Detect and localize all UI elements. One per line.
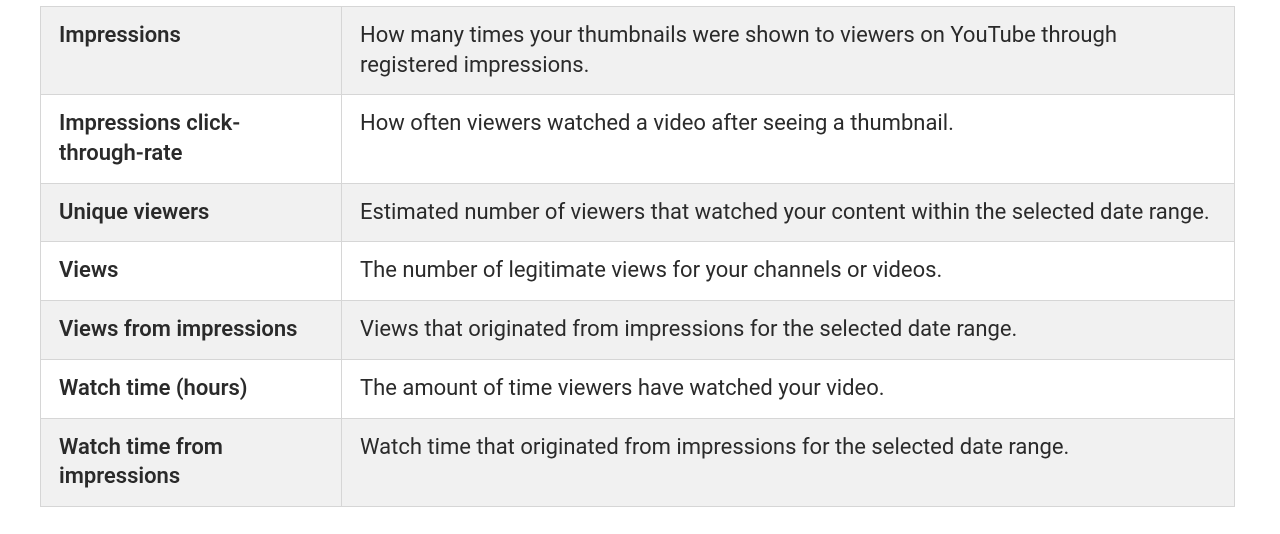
- table-row: Watch time (hours) The amount of time vi…: [41, 360, 1234, 419]
- metrics-table: Impressions How many times your thumbnai…: [40, 6, 1235, 507]
- table-row: Views from impressions Views that origin…: [41, 301, 1234, 360]
- table-row: Impressions click-through-rate How often…: [41, 95, 1234, 183]
- metric-definition: Estimated number of viewers that watched…: [342, 184, 1234, 242]
- metric-term: Watch time from impressions: [41, 419, 342, 506]
- metric-term: Impressions click-through-rate: [41, 95, 342, 182]
- metric-definition: The amount of time viewers have watched …: [342, 360, 1234, 418]
- metric-definition: The number of legitimate views for your …: [342, 242, 1234, 300]
- metric-definition: Watch time that originated from impressi…: [342, 419, 1234, 506]
- metric-definition: How often viewers watched a video after …: [342, 95, 1234, 182]
- table-row: Unique viewers Estimated number of viewe…: [41, 184, 1234, 243]
- metric-definition: Views that originated from impressions f…: [342, 301, 1234, 359]
- table-row: Views The number of legitimate views for…: [41, 242, 1234, 301]
- metric-term: Views: [41, 242, 342, 300]
- metric-term: Unique viewers: [41, 184, 342, 242]
- metric-term: Watch time (hours): [41, 360, 342, 418]
- metric-term: Impressions: [41, 7, 342, 94]
- table-row: Watch time from impressions Watch time t…: [41, 419, 1234, 506]
- metric-definition: How many times your thumbnails were show…: [342, 7, 1234, 94]
- table-row: Impressions How many times your thumbnai…: [41, 7, 1234, 95]
- metric-term: Views from impressions: [41, 301, 342, 359]
